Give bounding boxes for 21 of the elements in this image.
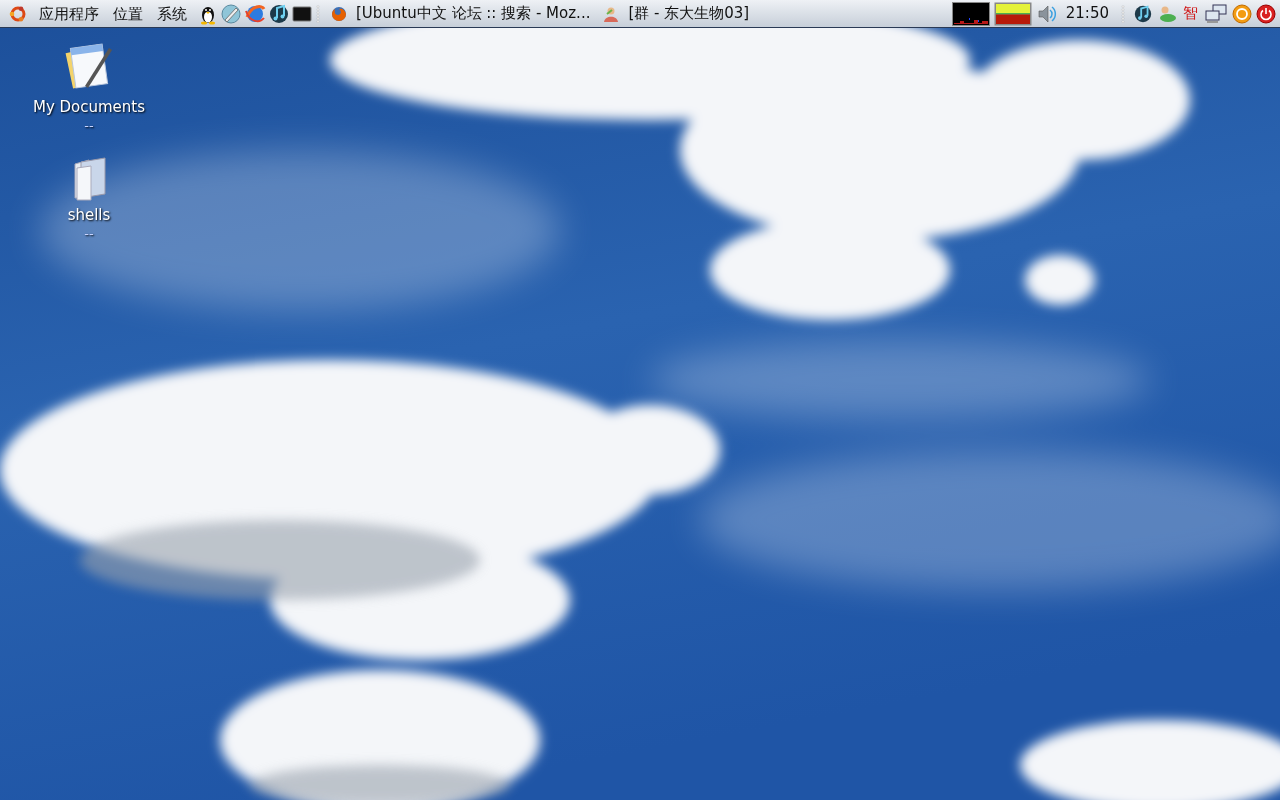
music-note-icon[interactable] xyxy=(1133,3,1153,24)
power-icon[interactable] xyxy=(1256,3,1276,24)
memory-meter-icon[interactable] xyxy=(993,1,1032,26)
desktop-icon-label[interactable]: shells xyxy=(67,206,111,224)
network-computers-icon[interactable] xyxy=(1204,2,1228,25)
cpu-graph-icon[interactable] xyxy=(951,1,990,26)
panel-menu[interactable]: 位置 xyxy=(106,1,150,26)
taskbar-window-button[interactable]: [群 - 东大生物03] xyxy=(596,1,756,26)
music-note-icon[interactable] xyxy=(268,2,290,25)
input-method-indicator[interactable]: 智 xyxy=(1181,2,1200,25)
desktop-icon-label[interactable]: My Documents xyxy=(32,98,146,116)
browser-globe-icon[interactable] xyxy=(244,2,266,25)
clock-time[interactable]: 21:50 xyxy=(1061,2,1113,25)
taskbar-window-button[interactable]: [Ubuntu中文 论坛 :: 搜索 - Moz... xyxy=(324,1,597,26)
panel-menu[interactable]: 应用程序 xyxy=(32,1,106,26)
terminal-icon[interactable] xyxy=(292,4,312,23)
panel-menu[interactable]: 系统 xyxy=(150,1,194,26)
desktop-icon-caption: -- xyxy=(84,226,94,242)
desktop-icon-caption: -- xyxy=(84,118,94,134)
firefox-icon xyxy=(330,4,348,23)
refresh-circle-icon[interactable] xyxy=(1232,3,1252,24)
